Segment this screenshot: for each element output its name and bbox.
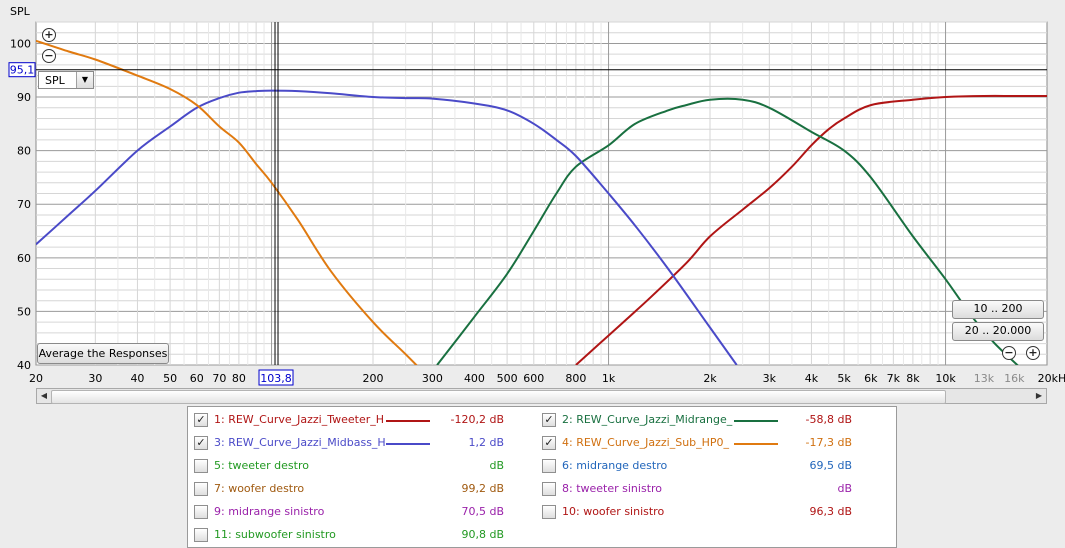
- x-tick-label: 16k: [1004, 372, 1025, 385]
- y-tick-label: 90: [17, 91, 31, 104]
- x-tick-label: 30: [88, 372, 102, 385]
- x-tick-label: 400: [464, 372, 485, 385]
- legend-value: 90,8 dB: [461, 528, 504, 541]
- x-tick-label: 2k: [703, 372, 717, 385]
- legend-value: -58,8 dB: [805, 413, 853, 426]
- legend-label: 10: woofer sinistro: [562, 505, 665, 518]
- y-tick-label: 70: [17, 198, 31, 211]
- legend-line-swatch: [386, 443, 430, 445]
- x-tick-label: 6k: [864, 372, 878, 385]
- legend-value: -17,3 dB: [805, 436, 853, 449]
- legend-checkbox[interactable]: [194, 505, 208, 519]
- legend-checkbox[interactable]: [194, 482, 208, 496]
- legend-checkbox[interactable]: ✓: [542, 413, 556, 427]
- cursor-y-label: 95,1: [10, 64, 35, 77]
- legend-checkbox[interactable]: ✓: [542, 436, 556, 450]
- legend-item[interactable]: 9: midrange sinistro 70,5 dB: [194, 503, 504, 523]
- x-tick-label: 20kHz: [1038, 372, 1065, 385]
- legend-label: 2: REW_Curve_Jazzi_Midrange_: [562, 413, 733, 426]
- legend-label: 1: REW_Curve_Jazzi_Tweeter_H: [214, 413, 385, 426]
- y-tick-label: 60: [17, 252, 31, 265]
- x-tick-label: 200: [363, 372, 384, 385]
- legend-line-swatch: [734, 420, 778, 422]
- legend-label: 6: midrange destro: [562, 459, 668, 472]
- legend-value: 69,5 dB: [809, 459, 852, 472]
- x-tick-label: 20: [29, 372, 43, 385]
- y-axis-title: SPL: [10, 5, 31, 18]
- legend-item[interactable]: 5: tweeter destro dB: [194, 457, 504, 477]
- horizontal-scrollbar[interactable]: ◀ ▶: [36, 388, 1047, 404]
- legend-checkbox[interactable]: [194, 459, 208, 473]
- x-tick-label: 5k: [837, 372, 851, 385]
- x-tick-label: 300: [422, 372, 443, 385]
- zoom-out-icon[interactable]: −: [42, 49, 56, 63]
- legend-checkbox[interactable]: [542, 505, 556, 519]
- average-responses-button[interactable]: Average the Responses: [37, 343, 169, 364]
- legend-label: 5: tweeter destro: [214, 459, 309, 472]
- legend-line-swatch: [734, 443, 778, 445]
- legend-value: 1,2 dB: [468, 436, 504, 449]
- x-tick-label: 1k: [602, 372, 616, 385]
- measurement-legend: ✓ 1: REW_Curve_Jazzi_Tweeter_H -120,2 dB ✓ 2…: [187, 406, 897, 548]
- legend-item[interactable]: ✓ 1: REW_Curve_Jazzi_Tweeter_H -120,2 dB: [194, 411, 504, 431]
- legend-label: 3: REW_Curve_Jazzi_Midbass_H: [214, 436, 386, 449]
- legend-value: dB: [837, 482, 852, 495]
- legend-item[interactable]: 6: midrange destro 69,5 dB: [542, 457, 852, 477]
- legend-label: 11: subwoofer sinistro: [214, 528, 336, 541]
- scroll-thumb[interactable]: [51, 390, 946, 404]
- x-tick-label: 60: [190, 372, 204, 385]
- legend-item[interactable]: 10: woofer sinistro 96,3 dB: [542, 503, 852, 523]
- x-tick-label: 8k: [906, 372, 920, 385]
- legend-line-swatch: [386, 420, 430, 422]
- legend-item[interactable]: 8: tweeter sinistro dB: [542, 480, 852, 500]
- scroll-left-icon[interactable]: ◀: [37, 389, 51, 403]
- scroll-right-icon[interactable]: ▶: [1032, 389, 1046, 403]
- y-tick-label: 50: [17, 305, 31, 318]
- x-tick-label: 600: [523, 372, 544, 385]
- x-tick-label: 500: [497, 372, 518, 385]
- legend-checkbox[interactable]: [194, 528, 208, 542]
- legend-label: 8: tweeter sinistro: [562, 482, 663, 495]
- spl-selector[interactable]: SPL ▼: [38, 71, 94, 89]
- legend-value: 96,3 dB: [809, 505, 852, 518]
- legend-item[interactable]: 7: woofer destro 99,2 dB: [194, 480, 504, 500]
- spl-selector-value: SPL: [45, 74, 65, 87]
- legend-item[interactable]: ✓ 3: REW_Curve_Jazzi_Midbass_H 1,2 dB: [194, 434, 504, 454]
- legend-item[interactable]: ✓ 2: REW_Curve_Jazzi_Midrange_ -58,8 dB: [542, 411, 852, 431]
- chevron-down-icon[interactable]: ▼: [76, 72, 93, 88]
- legend-label: 9: midrange sinistro: [214, 505, 325, 518]
- cursor-x-label: 103,8: [260, 372, 292, 385]
- legend-value: 70,5 dB: [461, 505, 504, 518]
- y-tick-label: 80: [17, 145, 31, 158]
- x-tick-label: 10k: [935, 372, 956, 385]
- y-tick-label: 40: [17, 359, 31, 372]
- x-tick-label: 7k: [887, 372, 901, 385]
- zoom-out-icon[interactable]: −: [1002, 346, 1016, 360]
- legend-value: -120,2 dB: [450, 413, 505, 426]
- legend-checkbox[interactable]: ✓: [194, 436, 208, 450]
- legend-item[interactable]: 11: subwoofer sinistro 90,8 dB: [194, 526, 504, 546]
- legend-value: dB: [489, 459, 504, 472]
- range-10-200-button[interactable]: 10 .. 200: [952, 300, 1044, 319]
- x-tick-label: 40: [130, 372, 144, 385]
- legend-label: 4: REW_Curve_Jazzi_Sub_HP0_: [562, 436, 730, 449]
- legend-checkbox[interactable]: [542, 482, 556, 496]
- legend-checkbox[interactable]: [542, 459, 556, 473]
- legend-checkbox[interactable]: ✓: [194, 413, 208, 427]
- x-tick-label: 70: [212, 372, 226, 385]
- x-tick-label: 800: [565, 372, 586, 385]
- y-tick-label: 100: [10, 37, 31, 50]
- x-tick-label: 13k: [974, 372, 995, 385]
- legend-value: 99,2 dB: [461, 482, 504, 495]
- x-tick-label: 4k: [805, 372, 819, 385]
- zoom-in-icon[interactable]: +: [1026, 346, 1040, 360]
- zoom-in-icon[interactable]: +: [42, 28, 56, 42]
- range-20-20000-button[interactable]: 20 .. 20.000: [952, 322, 1044, 341]
- legend-item[interactable]: ✓ 4: REW_Curve_Jazzi_Sub_HP0_ -17,3 dB: [542, 434, 852, 454]
- x-tick-label: 3k: [763, 372, 777, 385]
- legend-label: 7: woofer destro: [214, 482, 305, 495]
- x-tick-label: 50: [163, 372, 177, 385]
- x-tick-label: 80: [232, 372, 246, 385]
